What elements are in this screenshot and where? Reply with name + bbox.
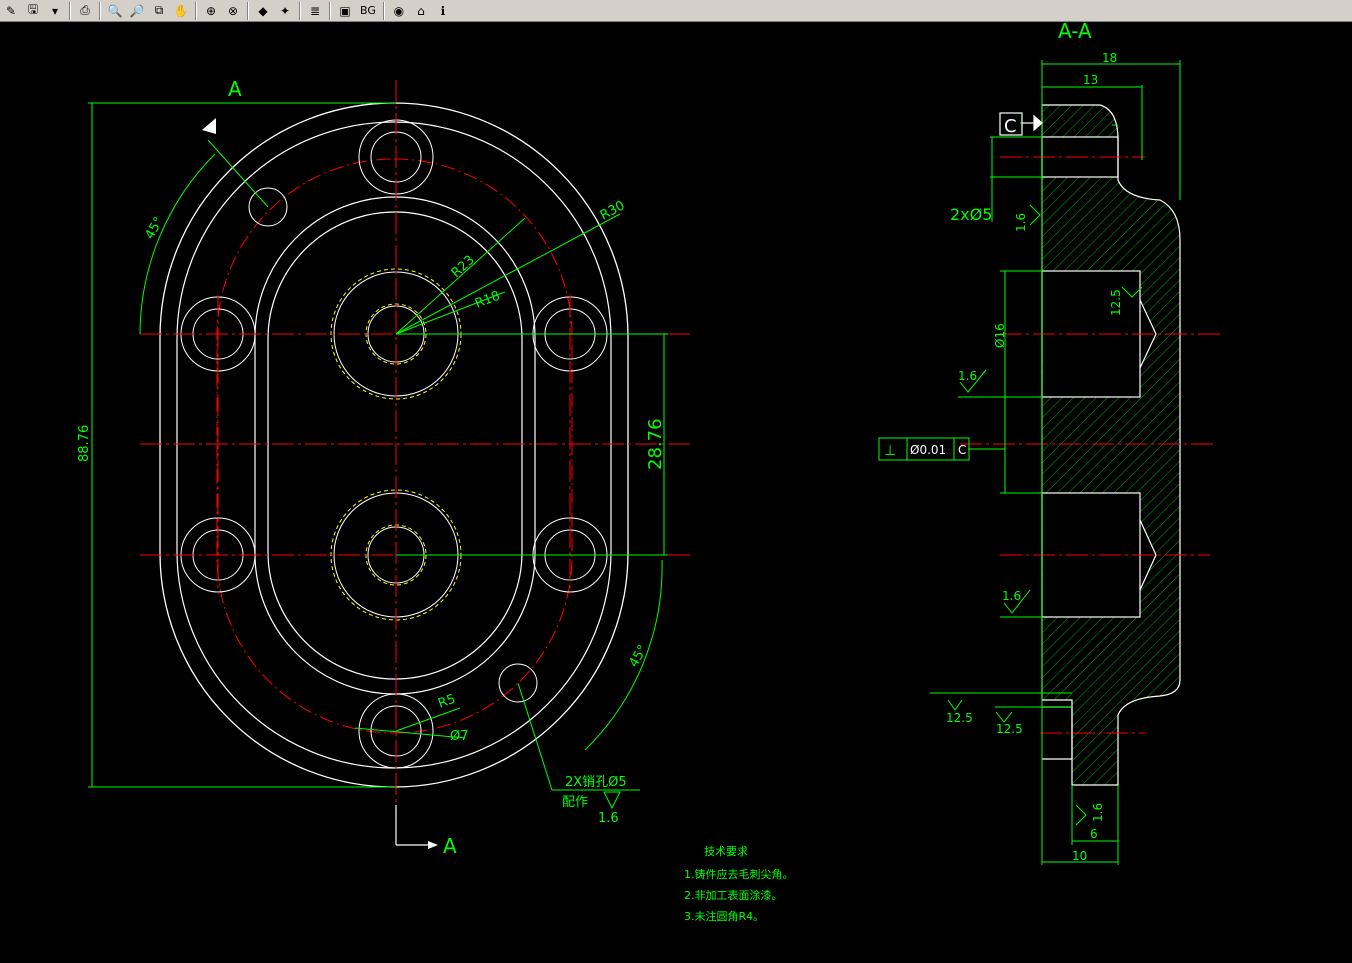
holes-note: 2xØ5 — [950, 205, 992, 224]
turtle-icon[interactable]: ◆ — [253, 2, 273, 20]
roughness-top: 1.6 — [1014, 213, 1028, 232]
toolbar-separator — [99, 1, 101, 20]
pan-icon[interactable]: ✋ — [171, 2, 191, 20]
radius-5: R5 — [436, 692, 457, 712]
note-item: 2.非加工表面涂漆。 — [684, 888, 783, 902]
info-icon[interactable]: ℹ — [433, 2, 453, 20]
toolbar-separator — [195, 1, 197, 20]
roughness-bottom-1: 12.5 — [946, 711, 973, 725]
note-item: 1.铸件应去毛刺尖角。 — [684, 867, 794, 881]
angle-top: 45° — [142, 215, 167, 242]
section-view — [878, 60, 1220, 865]
dim-10: 10 — [1072, 849, 1087, 863]
datum-label: C — [1004, 116, 1017, 137]
dim-height: 88.76 — [77, 425, 92, 462]
technical-notes: 技术要求 1.铸件应去毛刺尖角。 2.非加工表面涂漆。 3.未注圆角R4。 — [684, 845, 794, 923]
angle-bottom: 45° — [626, 643, 651, 670]
view-icon[interactable]: ▣ — [335, 2, 355, 20]
toolbar-separator — [69, 1, 71, 20]
layers-icon[interactable]: ≣ — [305, 2, 325, 20]
background-icon[interactable]: BG — [357, 2, 379, 20]
tol-value: Ø0.01 — [910, 443, 946, 457]
home-icon[interactable]: ⌂ — [411, 2, 431, 20]
toolbar-separator — [329, 1, 331, 20]
dia-16: Ø16 — [993, 323, 1007, 348]
roughness-bore: 12.5 — [1109, 289, 1123, 316]
toolbar: ✎ 🖫 ▾ ⎙ 🔍 🔎 ⧉ ✋ ⊕ ⊗ ◆ ✦ ≣ ▣ BG ◉ ⌂ ℹ — [0, 0, 1352, 22]
toolbar-separator — [299, 1, 301, 20]
hole-dia-7: Ø7 — [450, 729, 469, 744]
pin-hole-note: 2X销孔Ø5 — [565, 775, 627, 790]
zoom-previous-icon[interactable]: ⊗ — [223, 2, 243, 20]
toolbar-separator — [247, 1, 249, 20]
zoom-in-icon[interactable]: 🔎 — [127, 2, 147, 20]
measure-icon[interactable]: ✦ — [275, 2, 295, 20]
note-item: 3.未注圆角R4。 — [684, 909, 764, 923]
section-label-top: A — [228, 77, 242, 101]
pen-icon[interactable]: ✎ — [1, 2, 21, 20]
dim-13: 13 — [1083, 73, 1098, 87]
pin-hole-roughness: 1.6 — [598, 811, 619, 826]
save-icon[interactable]: 🖫 — [23, 2, 43, 20]
radius-30: R30 — [598, 198, 628, 223]
section-title: A-A — [1058, 22, 1092, 43]
print-icon[interactable]: ⎙ — [75, 2, 95, 20]
zoom-out-icon[interactable]: 🔍 — [105, 2, 125, 20]
color-icon[interactable]: ◉ — [389, 2, 409, 20]
dim-center-distance: 28.76 — [645, 418, 666, 470]
radius-23: R23 — [449, 253, 478, 281]
zoom-window-icon[interactable]: ⧉ — [149, 2, 169, 20]
pin-hole-note-2: 配作 — [562, 795, 588, 810]
dropdown-icon[interactable]: ▾ — [45, 2, 65, 20]
radius-18: R18 — [473, 289, 502, 312]
dim-18: 18 — [1102, 51, 1117, 65]
roughness-bottom-2: 12.5 — [996, 722, 1023, 736]
tol-symbol: ⊥ — [884, 443, 896, 459]
front-view-labels: A A 88.76 28.76 45° 45° R30 R23 R18 R5 Ø… — [77, 77, 666, 858]
roughness-boss: 1.6 — [1091, 803, 1105, 822]
front-view — [88, 80, 690, 849]
zoom-extents-icon[interactable]: ⊕ — [201, 2, 221, 20]
notes-title: 技术要求 — [704, 845, 748, 858]
toolbar-separator — [382, 1, 385, 20]
tol-datum: C — [958, 443, 966, 457]
drawing-canvas[interactable]: A A 88.76 28.76 45° 45° R30 R23 R18 R5 Ø… — [0, 22, 1352, 963]
roughness-left-2: 1.6 — [1002, 589, 1021, 603]
section-label-bottom: A — [443, 834, 457, 858]
dim-6: 6 — [1090, 827, 1098, 841]
roughness-left-1: 1.6 — [958, 369, 977, 383]
